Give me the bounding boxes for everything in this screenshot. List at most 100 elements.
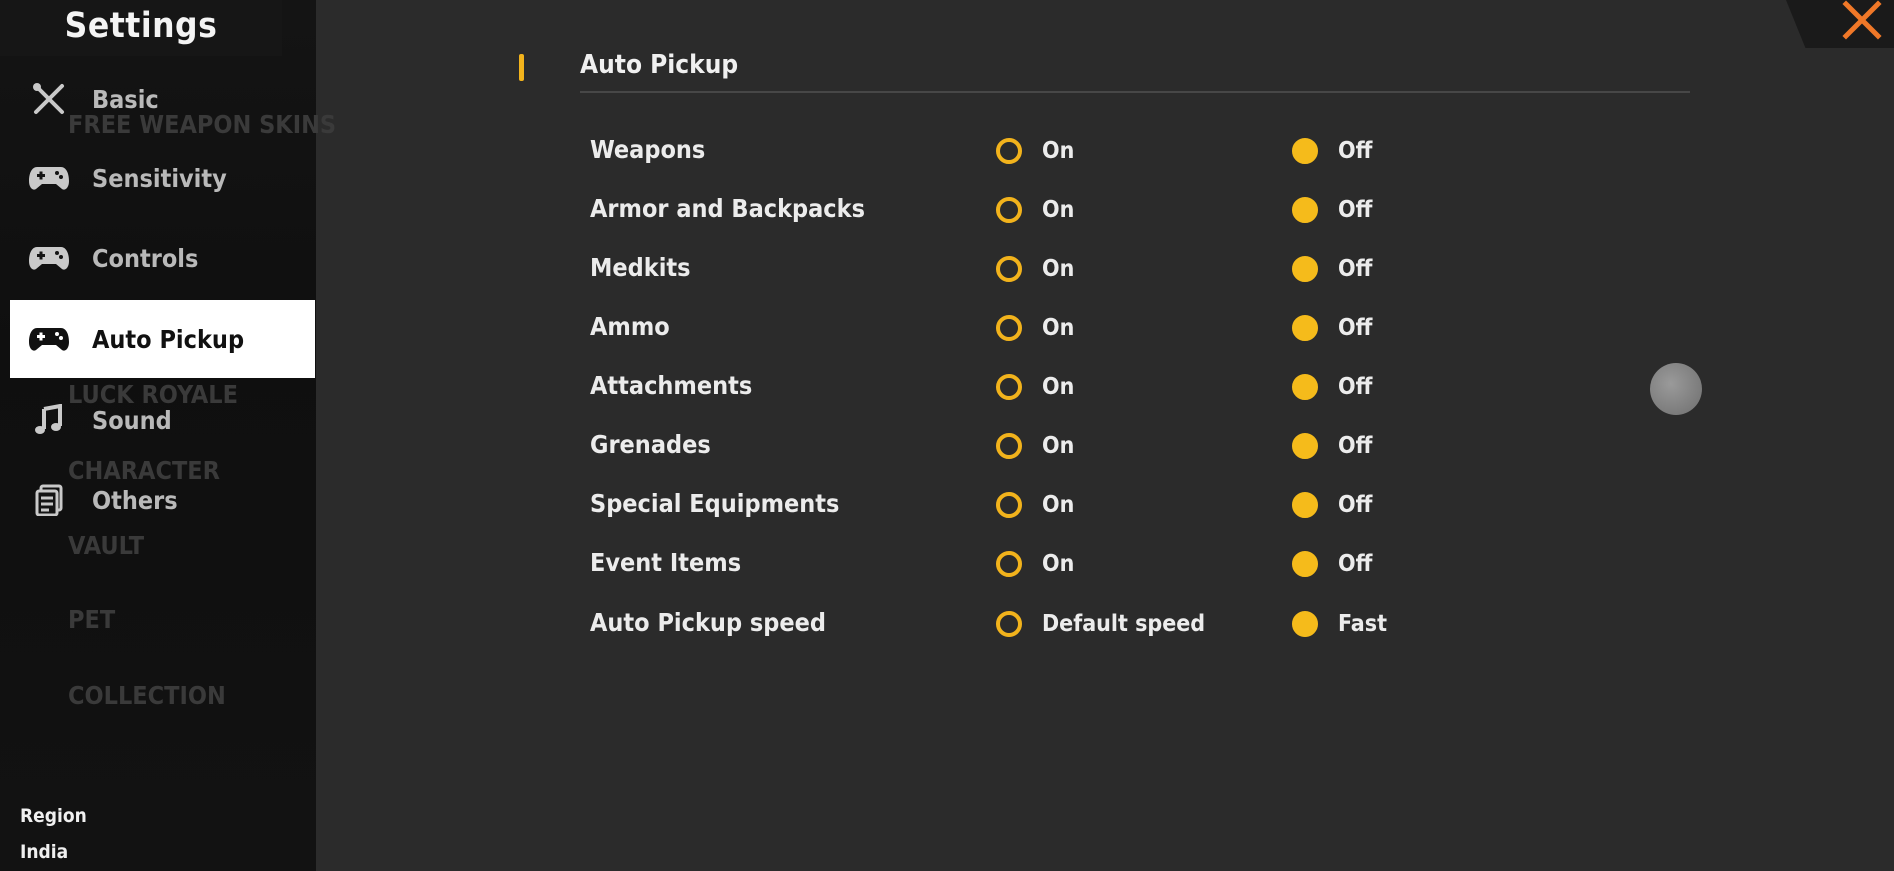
option-off-radio[interactable]: Off: [1292, 544, 1372, 584]
setting-label: Ammo: [590, 312, 670, 341]
setting-label: Medkits: [590, 253, 691, 282]
option-off-radio[interactable]: Off: [1292, 131, 1372, 171]
document-icon: [28, 479, 70, 521]
option-off-radio[interactable]: Off: [1292, 308, 1372, 348]
setting-row-armor-backpacks: Armor and Backpacks On Off: [590, 190, 1690, 230]
sidebar-item-label: Auto Pickup: [92, 324, 245, 354]
setting-row-attachments: Attachments On Off: [590, 367, 1690, 407]
sidebar-item-sound[interactable]: Sound: [10, 381, 315, 459]
region-value: India: [20, 841, 69, 863]
close-icon[interactable]: [1840, 0, 1884, 40]
radio-selected-icon: [1292, 138, 1318, 164]
option-label: Off: [1338, 551, 1373, 577]
radio-selected-icon: [1292, 315, 1318, 341]
setting-label: Event Items: [590, 548, 742, 577]
section-accent-bar: [519, 54, 524, 81]
gamepad-icon: [28, 237, 70, 279]
sidebar-item-label: Others: [92, 485, 178, 515]
option-label: On: [1042, 138, 1075, 164]
radio-unselected-icon: [996, 315, 1022, 341]
option-fast-radio[interactable]: Fast: [1292, 604, 1387, 644]
radio-selected-icon: [1292, 374, 1318, 400]
radio-unselected-icon: [996, 138, 1022, 164]
radio-selected-icon: [1292, 256, 1318, 282]
floating-touch-button[interactable]: [1650, 363, 1702, 415]
gamepad-icon: [28, 318, 70, 360]
sidebar-item-label: Controls: [92, 243, 199, 273]
option-on-radio[interactable]: On: [996, 249, 1074, 289]
option-on-radio[interactable]: On: [996, 426, 1074, 466]
sidebar-item-others[interactable]: Others: [10, 461, 315, 539]
setting-label: Attachments: [590, 371, 753, 400]
section-title: Auto Pickup: [580, 50, 739, 80]
option-label: On: [1042, 256, 1075, 282]
radio-unselected-icon: [996, 374, 1022, 400]
option-default-speed-radio[interactable]: Default speed: [996, 604, 1205, 644]
option-label: Off: [1338, 433, 1373, 459]
region-label: Region: [20, 805, 87, 827]
option-on-radio[interactable]: On: [996, 190, 1074, 230]
setting-label: Grenades: [590, 430, 711, 459]
option-label: On: [1042, 374, 1075, 400]
radio-selected-icon: [1292, 433, 1318, 459]
wrench-screwdriver-icon: [28, 78, 70, 120]
radio-unselected-icon: [996, 197, 1022, 223]
radio-selected-icon: [1292, 551, 1318, 577]
option-label: Fast: [1338, 611, 1387, 637]
radio-unselected-icon: [996, 433, 1022, 459]
sidebar-item-label: Sound: [92, 405, 172, 435]
radio-unselected-icon: [996, 492, 1022, 518]
music-note-icon: [28, 399, 70, 441]
option-on-radio[interactable]: On: [996, 367, 1074, 407]
option-label: Default speed: [1042, 611, 1206, 637]
background-text: PET: [68, 605, 116, 634]
setting-label: Armor and Backpacks: [590, 194, 865, 223]
option-on-radio[interactable]: On: [996, 485, 1074, 525]
setting-row-special-equipments: Special Equipments On Off: [590, 485, 1690, 525]
option-off-radio[interactable]: Off: [1292, 426, 1372, 466]
radio-selected-icon: [1292, 611, 1318, 637]
option-off-radio[interactable]: Off: [1292, 485, 1372, 525]
background-text: COLLECTION: [68, 681, 226, 710]
radio-unselected-icon: [996, 611, 1022, 637]
option-label: Off: [1338, 197, 1373, 223]
setting-row-weapons: Weapons On Off: [590, 131, 1690, 171]
section-divider: [580, 91, 1690, 93]
sidebar-item-auto-pickup[interactable]: Auto Pickup: [10, 300, 315, 378]
option-label: Off: [1338, 315, 1373, 341]
setting-row-medkits: Medkits On Off: [590, 249, 1690, 289]
option-on-radio[interactable]: On: [996, 544, 1074, 584]
setting-row-auto-pickup-speed: Auto Pickup speed Default speed Fast: [590, 604, 1690, 644]
option-off-radio[interactable]: Off: [1292, 367, 1372, 407]
gamepad-icon: [28, 157, 70, 199]
radio-selected-icon: [1292, 492, 1318, 518]
sidebar-item-sensitivity[interactable]: Sensitivity: [10, 139, 315, 217]
option-label: Off: [1338, 138, 1373, 164]
option-on-radio[interactable]: On: [996, 308, 1074, 348]
setting-label: Auto Pickup speed: [590, 608, 826, 637]
setting-row-ammo: Ammo On Off: [590, 308, 1690, 348]
radio-selected-icon: [1292, 197, 1318, 223]
option-off-radio[interactable]: Off: [1292, 190, 1372, 230]
radio-unselected-icon: [996, 551, 1022, 577]
setting-label: Weapons: [590, 135, 706, 164]
sidebar-title: Settings: [0, 0, 282, 56]
radio-unselected-icon: [996, 256, 1022, 282]
option-label: Off: [1338, 374, 1373, 400]
sidebar: Settings FREE WEAPON SKINS LUCK ROYALE C…: [0, 0, 336, 871]
option-on-radio[interactable]: On: [996, 131, 1074, 171]
option-label: Off: [1338, 256, 1373, 282]
setting-label: Special Equipments: [590, 489, 840, 518]
sidebar-item-label: Basic: [92, 84, 159, 114]
option-label: On: [1042, 492, 1075, 518]
option-label: On: [1042, 197, 1075, 223]
option-off-radio[interactable]: Off: [1292, 249, 1372, 289]
option-label: On: [1042, 551, 1075, 577]
sidebar-item-controls[interactable]: Controls: [10, 219, 315, 297]
option-label: On: [1042, 315, 1075, 341]
sidebar-item-label: Sensitivity: [92, 163, 227, 193]
setting-row-grenades: Grenades On Off: [590, 426, 1690, 466]
option-label: On: [1042, 433, 1075, 459]
sidebar-item-basic[interactable]: Basic: [10, 60, 315, 138]
setting-row-event-items: Event Items On Off: [590, 544, 1690, 584]
